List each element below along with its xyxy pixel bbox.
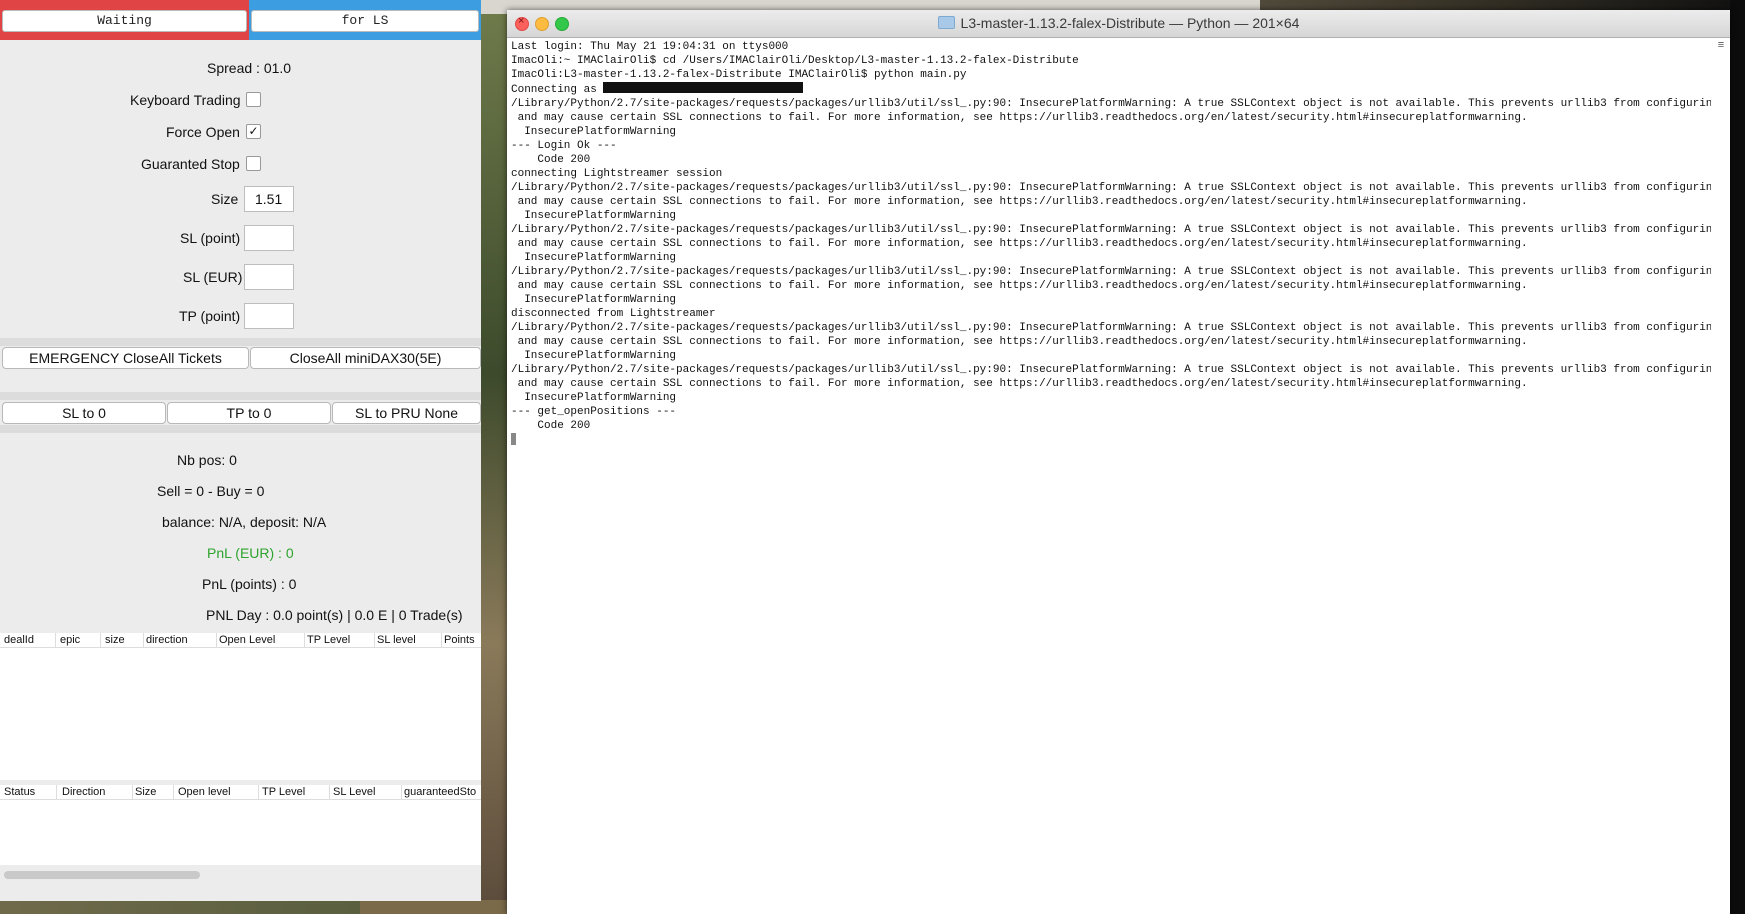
sl-to-pru-button[interactable]: SL to PRU None [332,402,481,424]
redacted-username [603,82,804,93]
column-header[interactable]: Open level [174,785,259,799]
folder-icon [937,16,955,29]
terminal-titlebar[interactable]: L3-master-1.13.2-falex-Distribute — Pyth… [507,10,1730,38]
positions-table-header: dealId epic size direction Open Level TP… [0,633,481,648]
connection-status-bar: Waiting for LS [0,0,481,40]
terminal-line: /Library/Python/2.7/site-packages/reques… [511,98,1711,110]
balance-label: balance: N/A, deposit: N/A [162,514,327,530]
pnl-eur-label: PnL (EUR) : 0 [207,545,294,561]
terminal-line: InsecurePlatformWarning [511,350,677,362]
terminal-line: Code 200 [511,154,591,166]
desktop-edge [1730,0,1745,914]
terminal-line: InsecurePlatformWarning [511,294,677,306]
terminal-line: and may cause certain SSL connections to… [511,238,1528,250]
sell-buy-label: Sell = 0 - Buy = 0 [157,483,265,499]
status-cell-left: Waiting [0,0,249,40]
force-open-label: Force Open [166,124,240,140]
sl-point-input[interactable] [244,225,294,251]
terminal-title-text: L3-master-1.13.2-falex-Distribute — Pyth… [960,15,1300,31]
force-open-checkbox[interactable]: ✓ [246,124,261,139]
terminal-line: and may cause certain SSL connections to… [511,336,1528,348]
terminal-line: and may cause certain SSL connections to… [511,280,1528,292]
column-header[interactable]: Direction [58,785,133,799]
terminal-line: --- Login Ok --- [511,140,617,152]
sl-eur-input[interactable] [244,264,294,290]
separator [0,392,481,400]
separator [0,425,481,433]
column-header[interactable]: Open Level [215,633,305,647]
emergency-closeall-button[interactable]: EMERGENCY CloseAll Tickets [2,347,249,369]
connecting-as-text: Connecting as [511,84,604,96]
tp-to-0-button[interactable]: TP to 0 [167,402,331,424]
terminal-line: InsecurePlatformWarning [511,392,677,404]
terminal-line: ImacOli:~ IMAClairOli$ cd /Users/IMAClai… [511,55,1079,67]
tp-point-input[interactable] [244,303,294,329]
orders-table-body[interactable] [0,800,481,865]
pnl-day-label: PNL Day : 0.0 point(s) | 0.0 E | 0 Trade… [206,607,463,623]
terminal-line: and may cause certain SSL connections to… [511,196,1528,208]
terminal-title: L3-master-1.13.2-falex-Distribute — Pyth… [507,10,1730,37]
column-header[interactable]: direction [142,633,217,647]
terminal-line: /Library/Python/2.7/site-packages/reques… [511,224,1711,236]
guaranted-stop-label: Guaranted Stop [141,156,240,172]
column-header[interactable]: TP Level [303,633,375,647]
terminal-line: and may cause certain SSL connections to… [511,112,1528,124]
size-label: Size [211,191,239,207]
column-header[interactable]: guaranteedSto [400,785,481,799]
terminal-line: InsecurePlatformWarning [511,126,677,138]
terminal-window: L3-master-1.13.2-falex-Distribute — Pyth… [507,10,1730,914]
closeall-minidax-button[interactable]: CloseAll miniDAX30(5E) [250,347,481,369]
column-header[interactable]: SL level [373,633,442,647]
column-header[interactable]: SL Level [329,785,402,799]
pnl-points-label: PnL (points) : 0 [202,576,297,592]
nb-pos-label: Nb pos: 0 [177,452,237,468]
status-for-ls-label: for LS [251,10,479,32]
size-input[interactable]: 1.51 [244,186,294,212]
terminal-line: Last login: Thu May 21 19:04:31 on ttys0… [511,41,789,53]
desktop-wallpaper-bottom [360,900,510,914]
spread-label: Spread : 01.0 [207,60,292,76]
terminal-line: ImacOli:L3-master-1.13.2-falex-Distribut… [511,69,967,81]
column-header[interactable]: Status [0,785,57,799]
keyboard-trading-label: Keyboard Trading [130,92,241,108]
terminal-line: /Library/Python/2.7/site-packages/reques… [511,364,1711,376]
column-header[interactable]: TP Level [258,785,330,799]
terminal-line: InsecurePlatformWarning [511,252,677,264]
status-waiting-label: Waiting [2,10,247,32]
guaranted-stop-checkbox[interactable] [246,156,261,171]
column-header[interactable]: Points [440,633,481,647]
status-cell-right: for LS [249,0,481,40]
terminal-line: and may cause certain SSL connections to… [511,378,1528,390]
terminal-line [511,433,1711,448]
terminal-cursor [511,433,516,445]
terminal-line: connecting Lightstreamer session [511,168,723,180]
orders-table-header: Status Direction Size Open level TP Leve… [0,785,481,800]
tp-point-label: TP (point) [179,308,241,324]
sl-to-0-button[interactable]: SL to 0 [2,402,166,424]
terminal-line: /Library/Python/2.7/site-packages/reques… [511,266,1711,278]
terminal-line: InsecurePlatformWarning [511,210,677,222]
column-header[interactable]: epic [56,633,101,647]
scroll-indicator-icon[interactable]: ≡ [1714,38,1728,52]
sl-eur-label: SL (EUR) [183,269,243,285]
trading-panel-window: Waiting for LS Spread : 01.0 Keyboard Tr… [0,0,481,901]
keyboard-trading-checkbox[interactable] [246,92,261,107]
positions-table-body[interactable] [0,648,481,780]
terminal-output[interactable]: Last login: Thu May 21 19:04:31 on ttys0… [511,40,1711,910]
separator [0,338,481,346]
column-header[interactable]: dealId [0,633,56,647]
sl-point-label: SL (point) [180,230,241,246]
horizontal-scrollbar[interactable] [4,871,200,879]
column-header[interactable]: Size [131,785,174,799]
terminal-line: Code 200 [511,420,591,432]
terminal-line: /Library/Python/2.7/site-packages/reques… [511,322,1711,334]
terminal-line: --- get_openPositions --- [511,406,677,418]
terminal-line: disconnected from Lightstreamer [511,308,716,320]
column-header[interactable]: size [101,633,144,647]
terminal-line: Connecting as [511,82,1711,97]
terminal-line: /Library/Python/2.7/site-packages/reques… [511,182,1711,194]
